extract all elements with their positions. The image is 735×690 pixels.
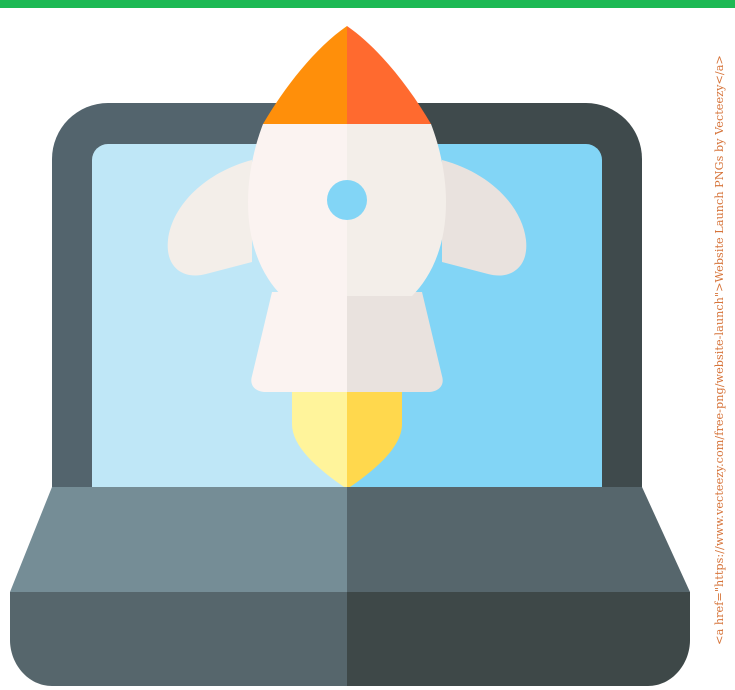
attribution-text: <a href="https://www.vecteezy.com/free-p… xyxy=(713,55,726,645)
rocket-lower-body xyxy=(251,292,443,392)
page: <a href="https://www.vecteezy.com/free-p… xyxy=(0,0,735,690)
rocket-nose-cone xyxy=(263,26,431,124)
attribution-container: <a href="https://www.vecteezy.com/free-p… xyxy=(706,8,735,690)
laptop-keyboard-deck xyxy=(10,487,690,592)
laptop-base xyxy=(10,592,690,686)
laptop-rocket-launch-icon xyxy=(10,26,690,686)
rocket-window xyxy=(327,180,367,220)
